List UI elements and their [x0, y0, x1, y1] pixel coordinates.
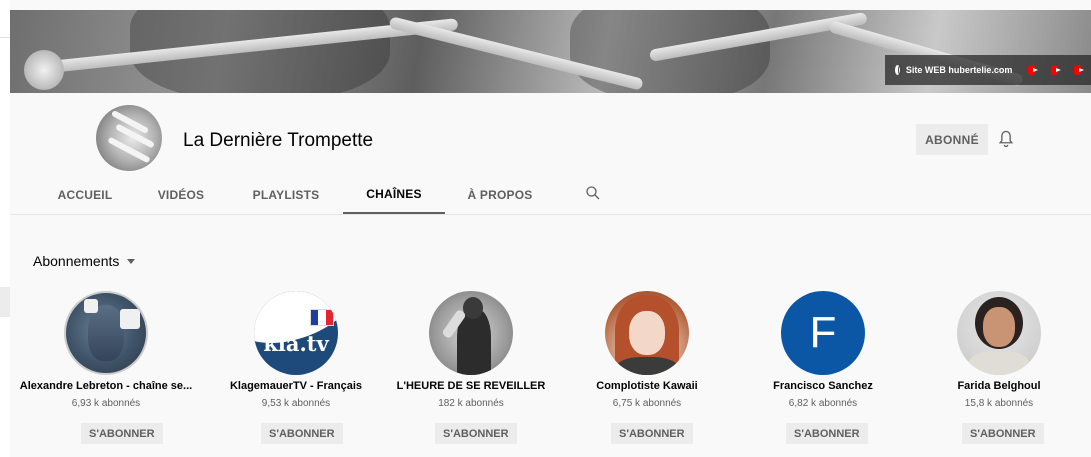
channel-card-subscribers: 6,93 k abonnés [71, 398, 141, 409]
left-edge-chip [0, 287, 10, 317]
banner-links: Site WEB hubertelie.com [885, 55, 1091, 85]
channel-card-subscribers: 15,8 k abonnés [964, 398, 1034, 409]
caret-down-icon [127, 259, 136, 264]
channel-card: Complotiste Kawaii 6,75 k abonnés S'ABON… [559, 291, 735, 451]
channel-card-name[interactable]: Francisco Sanchez [735, 380, 911, 392]
channel-avatar[interactable] [96, 105, 162, 171]
channel-card-subscribers: 182 k abonnés [438, 398, 504, 409]
youtube-icon[interactable] [1028, 65, 1039, 75]
channel-card: L'HEURE DE SE REVEILLER 182 k abonnés S'… [383, 291, 559, 451]
subscribe-button[interactable]: S'ABONNER [786, 423, 868, 444]
youtube-icon[interactable] [1051, 65, 1062, 75]
website-link[interactable]: Site WEB hubertelie.com [906, 65, 1013, 75]
channel-card-subscribers: 9,53 k abonnés [261, 398, 331, 409]
search-icon[interactable] [584, 184, 602, 202]
channel-card-name[interactable]: Complotiste Kawaii [559, 380, 735, 392]
channel-card: Alexandre Lebreton - chaîne se... 6,93 k… [18, 291, 194, 451]
kla-logo-text: kla.tv [263, 331, 329, 356]
channel-card-avatar[interactable] [429, 291, 513, 375]
channel-card-avatar[interactable]: F [781, 291, 865, 375]
channel-header: La Dernière Trompette ABONNÉ ACCUEIL VID… [10, 93, 1091, 214]
channel-card-subscribers: 6,75 k abonnés [612, 398, 682, 409]
avatar-body [969, 351, 1029, 375]
channel-card-name[interactable]: Alexandre Lebreton - chaîne se... [18, 380, 194, 392]
channel-card: kla.tv KlagemauerTV - Français 9,53 k ab… [208, 291, 384, 451]
channel-card-avatar[interactable] [64, 291, 148, 375]
subscribe-button[interactable]: S'ABONNER [962, 423, 1044, 444]
channel-card-avatar[interactable] [957, 291, 1041, 375]
channel-card-avatar[interactable]: kla.tv [254, 291, 338, 375]
avatar-head [463, 297, 483, 319]
avatar-face [629, 311, 665, 355]
bell-icon[interactable] [996, 129, 1016, 149]
channel-card-avatar[interactable] [605, 291, 689, 375]
french-flag-icon [310, 309, 334, 326]
tab-a-propos[interactable]: À PROPOS [452, 175, 548, 214]
section-sort-dropdown[interactable]: Abonnements [33, 253, 136, 269]
tab-chaines[interactable]: CHAÎNES [343, 175, 445, 214]
channel-card: Farida Belghoul 15,8 k abonnés S'ABONNER [911, 291, 1087, 451]
subscribe-button[interactable]: S'ABONNER [81, 423, 163, 444]
channel-card-name[interactable]: KlagemauerTV - Français [208, 380, 384, 392]
subscribe-button[interactable]: S'ABONNER [611, 423, 693, 444]
youtube-icon[interactable] [1074, 65, 1084, 75]
avatar-shirt [615, 357, 679, 375]
channel-card: F Francisco Sanchez 6,82 k abonnés S'ABO… [735, 291, 911, 451]
section-title: Abonnements [33, 253, 120, 269]
tab-playlists[interactable]: PLAYLISTS [236, 175, 336, 214]
subscribed-button[interactable]: ABONNÉ [916, 124, 988, 155]
channel-card-name[interactable]: Farida Belghoul [911, 380, 1087, 392]
subscribe-button[interactable]: S'ABONNER [261, 423, 343, 444]
channel-card-subscribers: 6,82 k abonnés [788, 398, 858, 409]
subscribe-button[interactable]: S'ABONNER [435, 423, 517, 444]
puzzle-piece [84, 299, 98, 313]
channel-card-name[interactable]: L'HEURE DE SE REVEILLER [383, 380, 559, 392]
banner-trumpet-bell [24, 50, 64, 90]
avatar-face [88, 305, 124, 361]
left-edge-panel [0, 0, 10, 457]
puzzle-piece [120, 309, 140, 329]
channel-title: La Dernière Trompette [183, 130, 374, 151]
tab-videos[interactable]: VIDÉOS [141, 175, 221, 214]
tab-accueil[interactable]: ACCUEIL [34, 175, 136, 214]
divider [0, 37, 10, 38]
channel-banner: Site WEB hubertelie.com [10, 10, 1091, 93]
channels-section: Abonnements Alexandre Lebreton - chaîne … [10, 214, 1091, 457]
avatar-face [983, 307, 1015, 347]
globe-icon [895, 65, 902, 75]
